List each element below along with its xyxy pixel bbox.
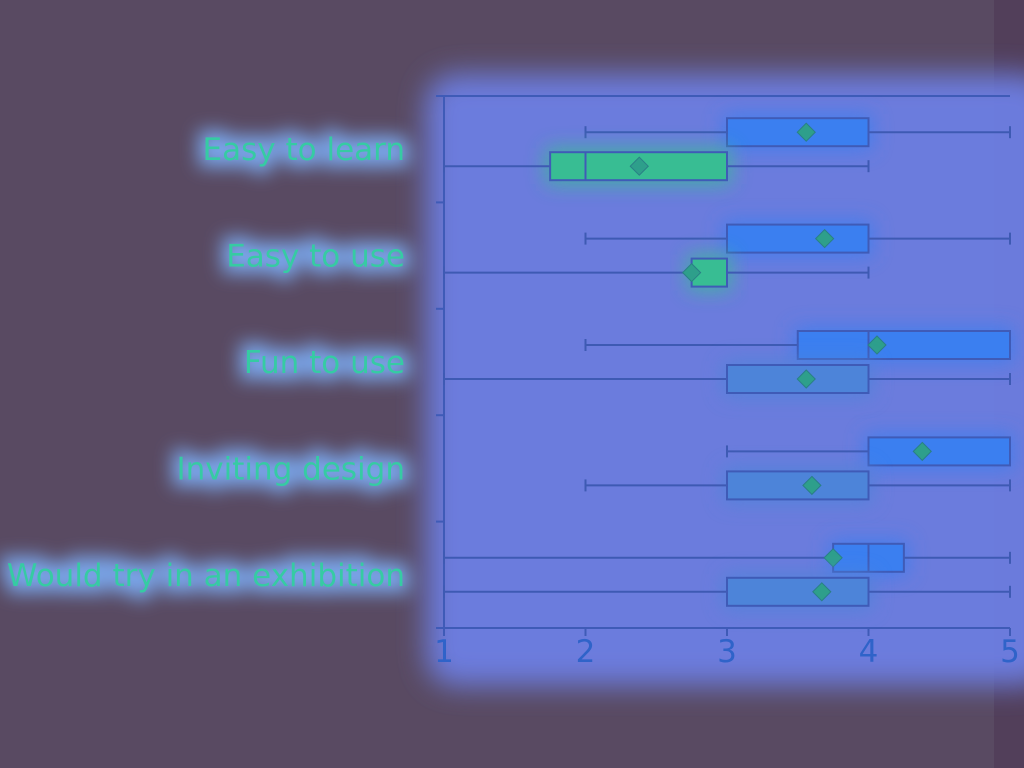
boxplot-chart: Easy to learnEasy to learnEasy to useEas… (0, 74, 1024, 686)
category-label: Easy to use (226, 239, 405, 275)
category-label: Fun to use (244, 345, 405, 381)
category-labels: Easy to learnEasy to learnEasy to useEas… (0, 125, 412, 601)
x-tick-label: 3 (717, 634, 737, 670)
chart-canvas: Easy to learn Easy to learn Easy to use Eas… (0, 0, 1024, 768)
x-tick-label: 4 (859, 634, 879, 670)
x-tick-label: 2 (576, 634, 596, 670)
category-label: Easy to learn (203, 132, 405, 168)
iqr-box (796, 330, 1011, 360)
x-tick-label: 1 (434, 634, 454, 670)
iqr-box (726, 470, 870, 501)
category-label: Would try in an exhibition (7, 558, 405, 594)
x-tick-label: 5 (1000, 634, 1020, 670)
iqr-box (726, 576, 870, 607)
category-label: Inviting design (176, 451, 405, 487)
iqr-box (867, 436, 1011, 467)
iqr-box (726, 223, 870, 254)
